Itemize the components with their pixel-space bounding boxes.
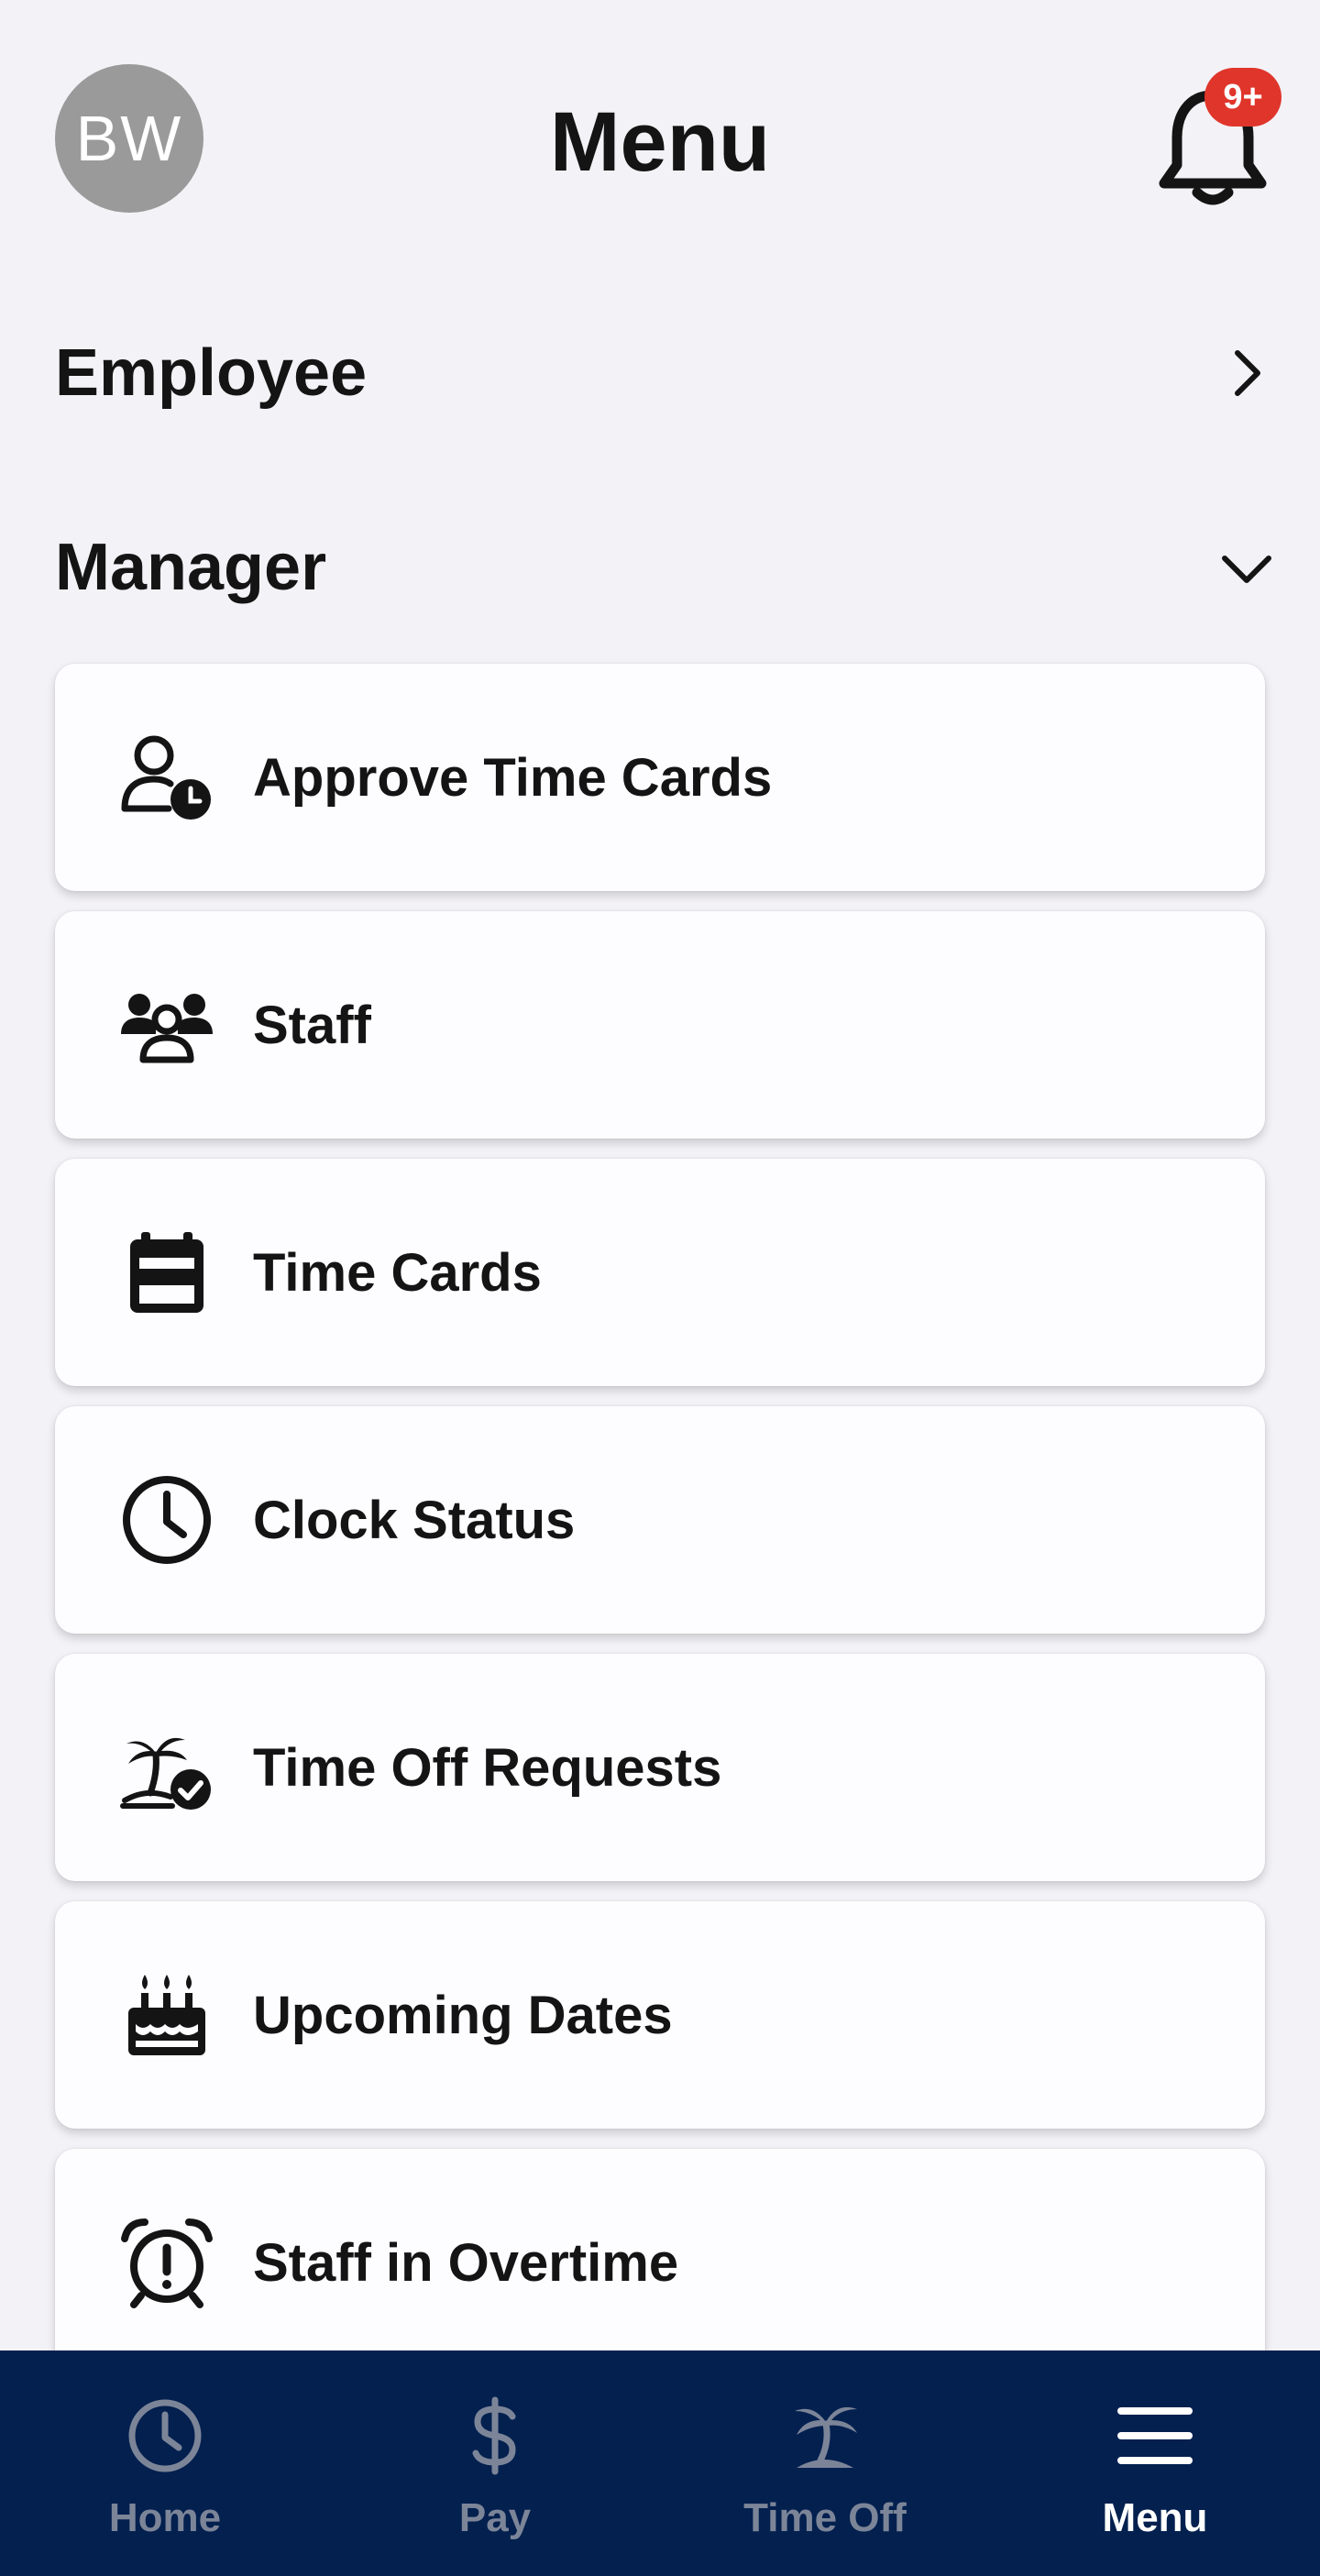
nav-label: Home: [108, 2495, 222, 2540]
nav-item-menu[interactable]: Menu: [990, 2350, 1320, 2576]
clock-icon: [128, 2399, 202, 2472]
menu-item-label: Clock Status: [253, 1490, 576, 1550]
section-employee[interactable]: Employee: [55, 323, 1274, 424]
user-clock-icon: [121, 735, 211, 820]
menu-item-staff[interactable]: Staff: [55, 911, 1265, 1139]
users-icon: [121, 994, 213, 1063]
section-employee-label: Employee: [55, 336, 368, 410]
menu-screen: BW Menu 9+ Employee Manager Approve Time: [0, 0, 1320, 2576]
menu-item-time-cards[interactable]: Time Cards: [55, 1159, 1265, 1386]
nav-item-pay[interactable]: Pay: [330, 2350, 660, 2576]
nav-item-home[interactable]: Home: [0, 2350, 330, 2576]
clock-icon: [123, 1476, 211, 1564]
palm-tree-icon: [795, 2406, 857, 2468]
birthday-cake-icon: [128, 1975, 205, 2055]
menu-item-label: Staff: [253, 995, 371, 1055]
menu-item-label: Staff in Overtime: [253, 2232, 679, 2293]
menu-item-label: Upcoming Dates: [253, 1985, 673, 2045]
menu-item-time-off-requests[interactable]: Time Off Requests: [55, 1654, 1265, 1881]
section-manager-label: Manager: [55, 531, 327, 604]
section-manager[interactable]: Manager: [55, 517, 1274, 618]
header: BW Menu 9+: [0, 0, 1320, 284]
nav-label: Pay: [458, 2495, 532, 2540]
menu-item-label: Time Off Requests: [253, 1737, 722, 1798]
nav-label: Time Off: [743, 2495, 907, 2540]
page-title: Menu: [549, 95, 771, 189]
notification-badge: 9+: [1204, 68, 1282, 127]
chevron-down-icon: [1222, 556, 1271, 583]
dollar-icon: [472, 2396, 516, 2475]
alarm-clock-alert-icon: [121, 2218, 213, 2308]
menu-item-staff-in-overtime[interactable]: Staff in Overtime: [55, 2149, 1265, 2376]
chevron-right-icon: [1235, 350, 1260, 396]
bottom-nav: Home Pay Time Off Menu: [0, 2350, 1320, 2576]
menu-item-label: Approve Time Cards: [253, 747, 773, 808]
menu-item-label: Time Cards: [253, 1242, 542, 1303]
menu-item-upcoming-dates[interactable]: Upcoming Dates: [55, 1901, 1265, 2129]
nav-item-time-off[interactable]: Time Off: [660, 2350, 990, 2576]
hamburger-menu-icon: [1117, 2407, 1193, 2464]
nav-label: Menu: [1102, 2495, 1208, 2540]
menu-item-approve-time-cards[interactable]: Approve Time Cards: [55, 664, 1265, 891]
menu-item-clock-status[interactable]: Clock Status: [55, 1406, 1265, 1634]
calendar-icon: [130, 1232, 204, 1313]
palm-tree-check-icon: [120, 1737, 211, 1810]
